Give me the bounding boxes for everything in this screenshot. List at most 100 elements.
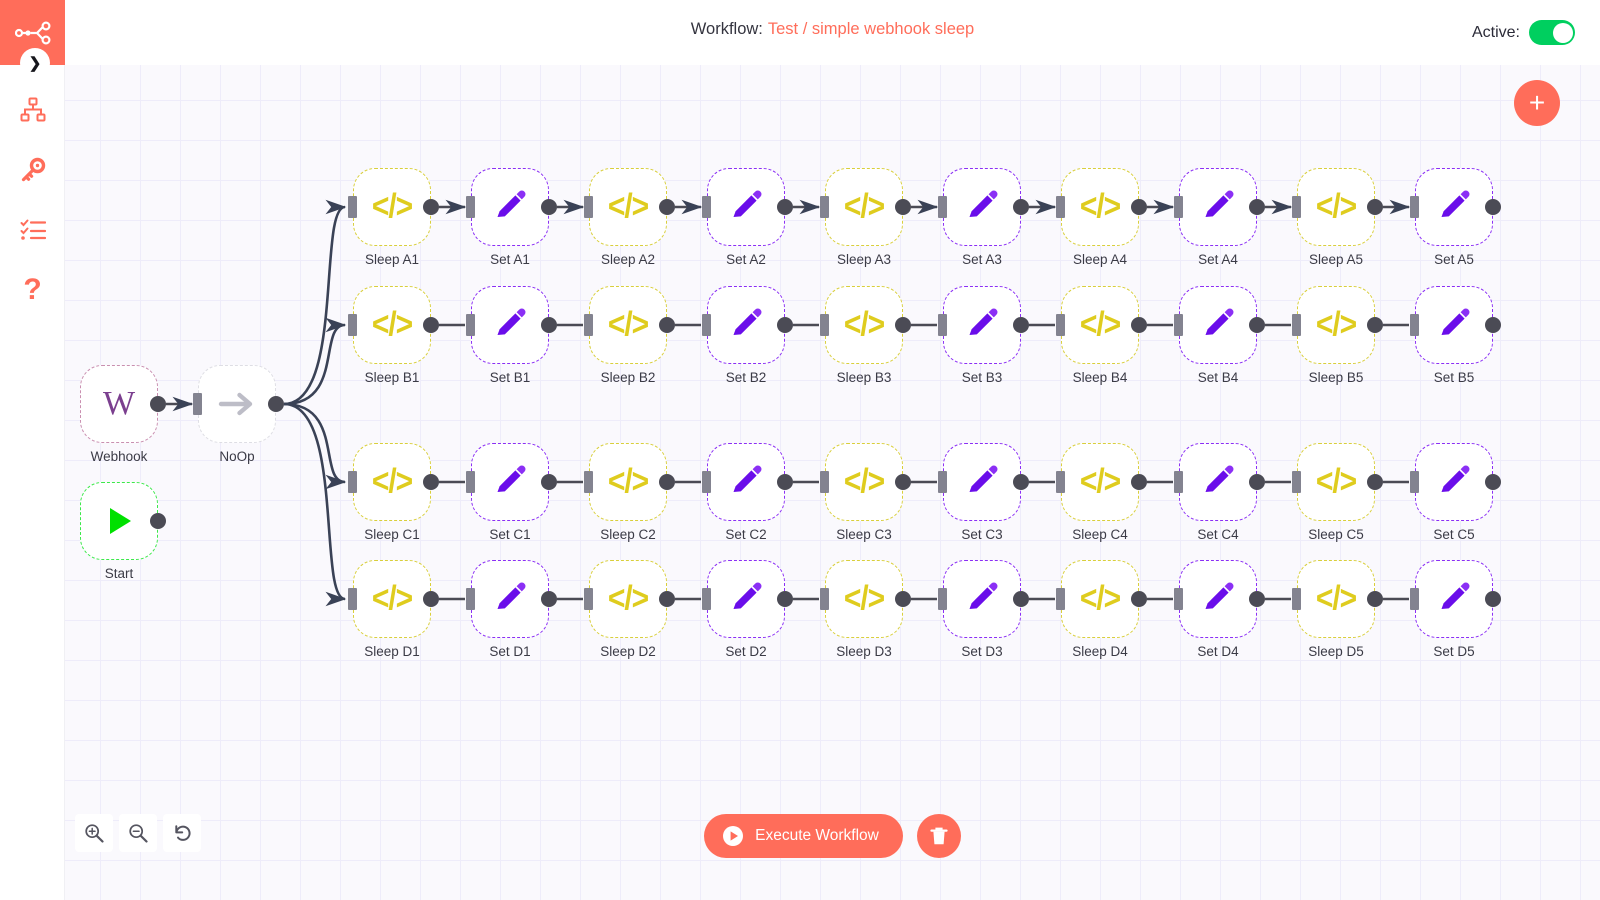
node-box[interactable] xyxy=(943,286,1021,364)
node-sleep-a1[interactable]: </> Sleep A1 xyxy=(348,168,439,267)
node-set-a4[interactable]: Set A4 xyxy=(1174,168,1265,267)
node-sleep-d3[interactable]: </> Sleep D3 xyxy=(820,560,911,659)
node-output-endpoint[interactable] xyxy=(150,513,166,529)
sidebar-item-help[interactable]: ? xyxy=(0,260,65,320)
node-box[interactable]: </> xyxy=(1297,443,1375,521)
node-set-b4[interactable]: Set B4 xyxy=(1174,286,1265,385)
node-input-endpoint[interactable] xyxy=(348,314,357,336)
node-box[interactable] xyxy=(471,168,549,246)
node-box[interactable] xyxy=(471,286,549,364)
node-output-endpoint[interactable] xyxy=(423,317,439,333)
node-input-endpoint[interactable] xyxy=(938,314,947,336)
node-output-endpoint[interactable] xyxy=(895,317,911,333)
node-input-endpoint[interactable] xyxy=(702,314,711,336)
node-input-endpoint[interactable] xyxy=(702,196,711,218)
sidebar-item-credentials[interactable] xyxy=(0,140,65,200)
node-sleep-b1[interactable]: </> Sleep B1 xyxy=(348,286,439,385)
node-input-endpoint[interactable] xyxy=(348,588,357,610)
node-box[interactable] xyxy=(1415,443,1493,521)
node-box[interactable]: </> xyxy=(1061,286,1139,364)
node-output-endpoint[interactable] xyxy=(1367,591,1383,607)
node-output-endpoint[interactable] xyxy=(1131,474,1147,490)
node-input-endpoint[interactable] xyxy=(1292,196,1301,218)
node-output-endpoint[interactable] xyxy=(1367,199,1383,215)
node-input-endpoint[interactable] xyxy=(193,393,202,415)
node-output-endpoint[interactable] xyxy=(541,474,557,490)
node-input-endpoint[interactable] xyxy=(1292,314,1301,336)
active-toggle[interactable] xyxy=(1529,20,1575,45)
node-box[interactable] xyxy=(80,482,158,560)
node-input-endpoint[interactable] xyxy=(466,314,475,336)
node-input-endpoint[interactable] xyxy=(938,588,947,610)
node-input-endpoint[interactable] xyxy=(820,196,829,218)
node-sleep-a2[interactable]: </> Sleep A2 xyxy=(584,168,675,267)
node-input-endpoint[interactable] xyxy=(584,196,593,218)
node-box[interactable] xyxy=(471,443,549,521)
node-box[interactable] xyxy=(1415,286,1493,364)
node-output-endpoint[interactable] xyxy=(150,396,166,412)
execute-workflow-button[interactable]: Execute Workflow xyxy=(704,814,903,858)
node-output-endpoint[interactable] xyxy=(1485,474,1501,490)
node-output-endpoint[interactable] xyxy=(1367,474,1383,490)
node-output-endpoint[interactable] xyxy=(541,591,557,607)
node-box[interactable] xyxy=(707,443,785,521)
node-output-endpoint[interactable] xyxy=(777,199,793,215)
node-box[interactable] xyxy=(1179,168,1257,246)
node-set-a2[interactable]: Set A2 xyxy=(702,168,793,267)
node-sleep-c5[interactable]: </> Sleep C5 xyxy=(1292,443,1383,542)
node-input-endpoint[interactable] xyxy=(348,196,357,218)
node-sleep-b3[interactable]: </> Sleep B3 xyxy=(820,286,911,385)
node-box[interactable]: </> xyxy=(1297,168,1375,246)
workflow-canvas[interactable]: W Webhook NoOp Start </> Sleep A1 Set A1 </> Sle… xyxy=(65,65,1600,900)
node-output-endpoint[interactable] xyxy=(1131,591,1147,607)
node-box[interactable]: </> xyxy=(1061,168,1139,246)
node-input-endpoint[interactable] xyxy=(938,471,947,493)
node-sleep-c3[interactable]: </> Sleep C3 xyxy=(820,443,911,542)
node-box[interactable] xyxy=(943,560,1021,638)
node-input-endpoint[interactable] xyxy=(466,588,475,610)
node-input-endpoint[interactable] xyxy=(466,471,475,493)
node-input-endpoint[interactable] xyxy=(584,588,593,610)
node-input-endpoint[interactable] xyxy=(1174,314,1183,336)
node-output-endpoint[interactable] xyxy=(1367,317,1383,333)
node-noop[interactable]: NoOp xyxy=(193,365,284,464)
node-box[interactable]: </> xyxy=(1297,286,1375,364)
chevron-right-icon[interactable]: ❯ xyxy=(20,48,50,78)
node-output-endpoint[interactable] xyxy=(659,591,675,607)
node-input-endpoint[interactable] xyxy=(1174,471,1183,493)
node-output-endpoint[interactable] xyxy=(1249,317,1265,333)
node-box[interactable] xyxy=(1415,560,1493,638)
node-output-endpoint[interactable] xyxy=(1249,474,1265,490)
node-sleep-a4[interactable]: </> Sleep A4 xyxy=(1056,168,1147,267)
node-set-d5[interactable]: Set D5 xyxy=(1410,560,1501,659)
node-output-endpoint[interactable] xyxy=(895,474,911,490)
node-box[interactable]: </> xyxy=(825,560,903,638)
node-box[interactable] xyxy=(471,560,549,638)
node-output-endpoint[interactable] xyxy=(659,199,675,215)
node-sleep-c1[interactable]: </> Sleep C1 xyxy=(348,443,439,542)
node-output-endpoint[interactable] xyxy=(1249,199,1265,215)
node-set-d3[interactable]: Set D3 xyxy=(938,560,1029,659)
node-input-endpoint[interactable] xyxy=(348,471,357,493)
node-box[interactable] xyxy=(707,560,785,638)
node-input-endpoint[interactable] xyxy=(820,314,829,336)
node-input-endpoint[interactable] xyxy=(1174,588,1183,610)
node-box[interactable]: </> xyxy=(353,286,431,364)
node-set-c5[interactable]: Set C5 xyxy=(1410,443,1501,542)
add-node-button[interactable]: + xyxy=(1514,80,1560,126)
node-box[interactable]: </> xyxy=(1061,560,1139,638)
sidebar-item-workflows[interactable] xyxy=(0,80,65,140)
node-set-b3[interactable]: Set B3 xyxy=(938,286,1029,385)
node-box[interactable] xyxy=(707,168,785,246)
node-box[interactable]: </> xyxy=(825,443,903,521)
node-box[interactable]: W xyxy=(80,365,158,443)
node-input-endpoint[interactable] xyxy=(584,314,593,336)
node-sleep-a3[interactable]: </> Sleep A3 xyxy=(820,168,911,267)
node-set-d2[interactable]: Set D2 xyxy=(702,560,793,659)
node-box[interactable] xyxy=(198,365,276,443)
node-output-endpoint[interactable] xyxy=(1131,317,1147,333)
node-input-endpoint[interactable] xyxy=(1056,314,1065,336)
node-input-endpoint[interactable] xyxy=(1410,314,1419,336)
node-output-endpoint[interactable] xyxy=(1485,591,1501,607)
node-sleep-d1[interactable]: </> Sleep D1 xyxy=(348,560,439,659)
